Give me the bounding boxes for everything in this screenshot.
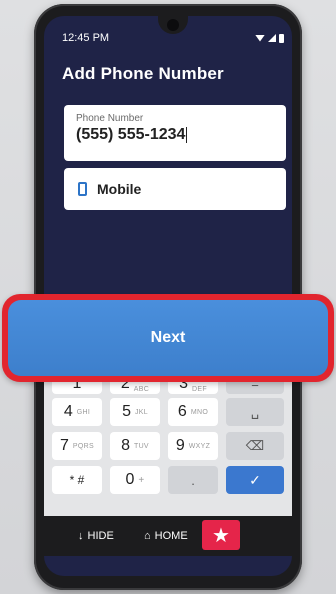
key-0[interactable]: 0 + [110, 466, 160, 494]
key-period[interactable]: . [168, 466, 218, 494]
phone-number-label: Phone Number [76, 113, 144, 124]
home-label: HOME [154, 530, 188, 542]
phone-number-text: (555) 555-1234 [76, 126, 186, 143]
key-3[interactable]: 3 DEF [168, 375, 218, 394]
checkmark-icon: ✓ [249, 471, 261, 488]
page-title: Add Phone Number [62, 64, 224, 83]
phone-type-select[interactable]: Mobile [64, 168, 286, 210]
camera-icon [167, 19, 179, 31]
key-done[interactable]: ✓ [226, 466, 284, 494]
key-7[interactable]: 7 PQRS [52, 432, 102, 460]
home-icon: ⌂ [144, 530, 151, 542]
battery-icon [279, 33, 284, 43]
bottom-nav-bar: ↓ HIDE ⌂ HOME ★ [44, 516, 292, 556]
key-star-hash[interactable]: * # [52, 466, 102, 494]
arrow-down-icon: ↓ [78, 530, 84, 542]
status-icons [255, 33, 284, 43]
key-4[interactable]: 4 GHI [52, 398, 102, 426]
star-button[interactable]: ★ [202, 520, 240, 550]
status-time: 12:45 PM [62, 32, 110, 44]
home-button[interactable]: ⌂ HOME [144, 530, 188, 542]
phone-number-field[interactable]: Phone Number (555) 555-1234 [64, 105, 286, 161]
key-6[interactable]: 6 MNO [168, 398, 218, 426]
next-button-highlight: Next [2, 294, 334, 382]
key-minus[interactable]: − [226, 378, 284, 394]
hide-keyboard-button[interactable]: ↓ HIDE [78, 530, 114, 542]
key-8[interactable]: 8 TUV [110, 432, 160, 460]
key-space[interactable]: ␣ [226, 398, 284, 426]
text-cursor [186, 127, 188, 143]
signal-icon [268, 34, 276, 42]
key-2[interactable]: 2 ABC [110, 375, 160, 394]
backspace-icon: ⌫ [245, 438, 265, 453]
phone-number-value[interactable]: (555) 555-1234 [76, 126, 274, 144]
key-5[interactable]: 5 JKL [110, 398, 160, 426]
key-1[interactable]: 1 [52, 375, 102, 394]
key-9[interactable]: 9 WXYZ [168, 432, 218, 460]
star-icon: ★ [212, 524, 230, 547]
hide-label: HIDE [87, 530, 114, 542]
phone-type-label: Mobile [97, 181, 142, 197]
mobile-phone-icon [78, 182, 87, 196]
numeric-keypad: 1 2 ABC 3 DEF − 4 GHI 5 JKL 6 MNO ␣ 7 PQ… [44, 375, 292, 516]
next-button[interactable]: Next [8, 300, 328, 376]
wifi-icon [255, 34, 265, 42]
key-backspace[interactable]: ⌫ [226, 432, 284, 460]
